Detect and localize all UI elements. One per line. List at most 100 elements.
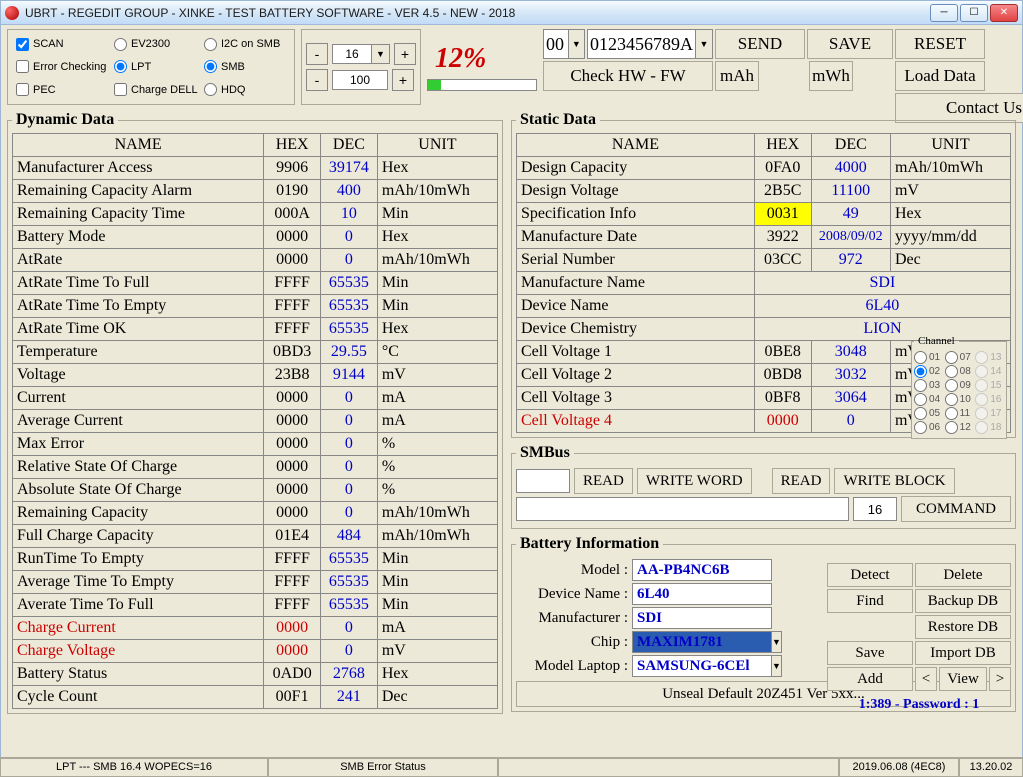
table-row[interactable]: Relative State Of Charge00000%: [13, 456, 498, 479]
spin2-minus[interactable]: -: [306, 69, 328, 91]
table-row[interactable]: Battery Status0AD02768Hex: [13, 663, 498, 686]
addr1-input[interactable]: 00: [543, 29, 569, 59]
smbus-addr1[interactable]: [516, 469, 570, 493]
smbus-data[interactable]: [516, 497, 849, 521]
table-row[interactable]: RunTime To EmptyFFFF65535Min: [13, 548, 498, 571]
binfo-devname[interactable]: [632, 583, 772, 605]
spin1-minus[interactable]: -: [306, 43, 328, 65]
mwh-button[interactable]: mWh: [809, 61, 853, 91]
opt-smb[interactable]: SMB: [204, 57, 286, 78]
opt-scan[interactable]: SCAN: [16, 34, 106, 55]
binfo-laptop-drop[interactable]: ▼: [772, 655, 782, 677]
addr2-drop[interactable]: ▼: [696, 29, 713, 59]
channel-02[interactable]: 02: [914, 365, 943, 378]
table-row[interactable]: AtRate Time OKFFFF65535Hex: [13, 318, 498, 341]
delete-button[interactable]: Delete: [915, 563, 1011, 587]
table-row[interactable]: Design Capacity0FA04000mAh/10mWh: [517, 157, 1011, 180]
table-row[interactable]: Absolute State Of Charge00000%: [13, 479, 498, 502]
reset-button[interactable]: RESET: [895, 29, 985, 59]
addr1-drop[interactable]: ▼: [569, 29, 585, 59]
table-row[interactable]: Max Error00000%: [13, 433, 498, 456]
close-button[interactable]: ✕: [990, 4, 1018, 22]
table-row[interactable]: Manufacture NameSDI: [517, 272, 1011, 295]
binfo-mfr[interactable]: [632, 607, 772, 629]
binfo-model[interactable]: [632, 559, 772, 581]
channel-10[interactable]: 10: [945, 393, 974, 406]
restore-button[interactable]: Restore DB: [915, 615, 1011, 639]
table-row[interactable]: Full Charge Capacity01E4484mAh/10mWh: [13, 525, 498, 548]
smbus-writeblock[interactable]: WRITE BLOCK: [834, 468, 954, 494]
mah-button[interactable]: mAh: [715, 61, 759, 91]
smbus-val[interactable]: [853, 497, 897, 521]
opt-ev2300[interactable]: EV2300: [114, 34, 196, 55]
add-button[interactable]: Add: [827, 667, 913, 691]
channel-01[interactable]: 01: [914, 351, 943, 364]
channel-12[interactable]: 12: [945, 421, 974, 434]
channel-05[interactable]: 05: [914, 407, 943, 420]
table-row[interactable]: Serial Number03CC972Dec: [517, 249, 1011, 272]
save-button[interactable]: SAVE: [807, 29, 893, 59]
opt-errchk[interactable]: Error Checking: [16, 57, 106, 78]
table-row[interactable]: Battery Mode00000Hex: [13, 226, 498, 249]
spin2-input[interactable]: [332, 70, 388, 90]
smbus-read2[interactable]: READ: [772, 468, 831, 494]
loaddata-button[interactable]: Load Data: [895, 61, 985, 91]
spin1-drop[interactable]: ▼: [372, 44, 390, 64]
prev-button[interactable]: <: [915, 667, 937, 691]
channel-11[interactable]: 11: [945, 407, 974, 420]
channel-06[interactable]: 06: [914, 421, 943, 434]
table-row[interactable]: AtRate Time To EmptyFFFF65535Min: [13, 295, 498, 318]
table-row[interactable]: Averate Time To FullFFFF65535Min: [13, 594, 498, 617]
channel-09[interactable]: 09: [945, 379, 974, 392]
binfo-chip-drop[interactable]: ▼: [772, 631, 782, 653]
addr2-input[interactable]: 0123456789A: [587, 29, 696, 59]
savedb-button[interactable]: Save: [827, 641, 913, 665]
table-row[interactable]: AtRate Time To FullFFFF65535Min: [13, 272, 498, 295]
opt-chargedell[interactable]: Charge DELL: [114, 79, 196, 100]
import-button[interactable]: Import DB: [915, 641, 1011, 665]
channel-08[interactable]: 08: [945, 365, 974, 378]
table-row[interactable]: Manufacturer Access990639174Hex: [13, 157, 498, 180]
table-row[interactable]: AtRate00000mAh/10mWh: [13, 249, 498, 272]
next-button[interactable]: >: [989, 667, 1011, 691]
detect-button[interactable]: Detect: [827, 563, 913, 587]
table-row[interactable]: Current00000mA: [13, 387, 498, 410]
table-row[interactable]: Average Time To EmptyFFFF65535Min: [13, 571, 498, 594]
binfo-laptop[interactable]: [632, 655, 772, 677]
smbus-command[interactable]: COMMAND: [901, 496, 1011, 522]
spin1-input[interactable]: [332, 44, 372, 64]
maximize-button[interactable]: ☐: [960, 4, 988, 22]
opt-pec[interactable]: PEC: [16, 79, 106, 100]
table-row[interactable]: Remaining Capacity00000mAh/10mWh: [13, 502, 498, 525]
view-button[interactable]: View: [939, 667, 987, 691]
channel-04[interactable]: 04: [914, 393, 943, 406]
channel-03[interactable]: 03: [914, 379, 943, 392]
backup-button[interactable]: Backup DB: [915, 589, 1011, 613]
minimize-button[interactable]: ─: [930, 4, 958, 22]
static-data-panel: Static Data NAMEHEXDECUNIT Design Capaci…: [511, 111, 1016, 438]
table-row[interactable]: Remaining Capacity Time000A10Min: [13, 203, 498, 226]
opt-i2c[interactable]: I2C on SMB: [204, 34, 286, 55]
table-row[interactable]: Manufacture Date39222008/09/02yyyy/mm/dd: [517, 226, 1011, 249]
table-row[interactable]: Cycle Count00F1241Dec: [13, 686, 498, 709]
table-row[interactable]: Voltage23B89144mV: [13, 364, 498, 387]
table-row[interactable]: Charge Current00000mA: [13, 617, 498, 640]
opt-hdq[interactable]: HDQ: [204, 79, 286, 100]
table-row[interactable]: Temperature0BD329.55°C: [13, 341, 498, 364]
spin2-plus[interactable]: +: [392, 69, 414, 91]
table-row[interactable]: Specification Info003149Hex: [517, 203, 1011, 226]
smbus-writeword[interactable]: WRITE WORD: [637, 468, 752, 494]
binfo-chip[interactable]: [632, 631, 772, 653]
smbus-read1[interactable]: READ: [574, 468, 633, 494]
channel-07[interactable]: 07: [945, 351, 974, 364]
table-row[interactable]: Charge Voltage00000mV: [13, 640, 498, 663]
spin1-plus[interactable]: +: [394, 43, 416, 65]
table-row[interactable]: Design Voltage2B5C11100mV: [517, 180, 1011, 203]
find-button[interactable]: Find: [827, 589, 913, 613]
checkhw-button[interactable]: Check HW - FW: [543, 61, 713, 91]
table-row[interactable]: Device Name6L40: [517, 295, 1011, 318]
send-button[interactable]: SEND: [715, 29, 805, 59]
table-row[interactable]: Remaining Capacity Alarm0190400mAh/10mWh: [13, 180, 498, 203]
table-row[interactable]: Average Current00000mA: [13, 410, 498, 433]
opt-lpt[interactable]: LPT: [114, 57, 196, 78]
